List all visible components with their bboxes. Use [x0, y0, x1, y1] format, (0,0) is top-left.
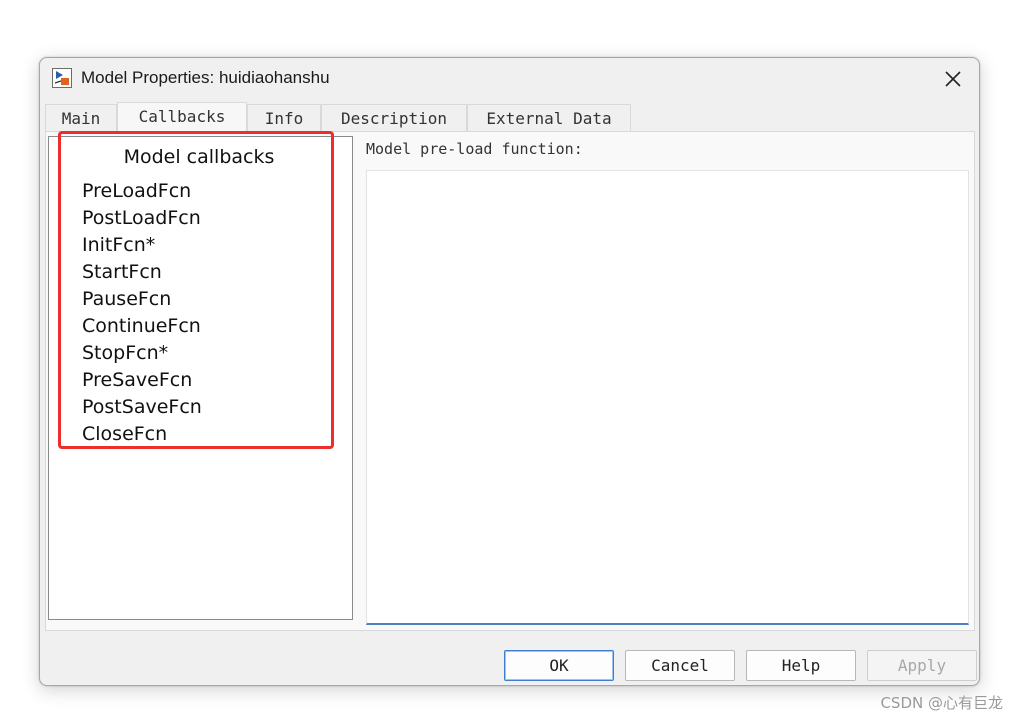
model-properties-dialog: Model Properties: huidiaohanshu Main Cal… — [39, 57, 980, 686]
callback-item-closefcn[interactable]: CloseFcn — [82, 421, 202, 448]
tab-strip: Main Callbacks Info Description External… — [45, 102, 975, 132]
callback-item-startfcn[interactable]: StartFcn — [82, 259, 202, 286]
cancel-button[interactable]: Cancel — [625, 650, 735, 681]
callback-list-panel: Model callbacks PreLoadFcn PostLoadFcn I… — [48, 131, 353, 620]
simulink-app-icon — [52, 68, 72, 88]
tab-description[interactable]: Description — [321, 104, 467, 132]
callback-list: PreLoadFcn PostLoadFcn InitFcn* StartFcn… — [82, 178, 202, 448]
tab-main[interactable]: Main — [45, 104, 117, 132]
watermark: CSDN @心有巨龙 — [880, 694, 1003, 712]
callback-item-postloadfcn[interactable]: PostLoadFcn — [82, 205, 202, 232]
tab-info[interactable]: Info — [247, 104, 321, 132]
callback-item-continuefcn[interactable]: ContinueFcn — [82, 313, 202, 340]
window-title: Model Properties: huidiaohanshu — [81, 68, 330, 87]
tab-callbacks[interactable]: Callbacks — [117, 102, 247, 132]
help-button[interactable]: Help — [746, 650, 856, 681]
close-button[interactable] — [941, 67, 965, 91]
tab-external-data[interactable]: External Data — [467, 104, 631, 132]
callback-item-pausefcn[interactable]: PauseFcn — [82, 286, 202, 313]
callback-item-stopfcn[interactable]: StopFcn* — [82, 340, 202, 367]
callback-item-initfcn[interactable]: InitFcn* — [82, 232, 202, 259]
function-editor[interactable] — [366, 170, 969, 625]
apply-button[interactable]: Apply — [867, 650, 977, 681]
callback-item-presavefcn[interactable]: PreSaveFcn — [82, 367, 202, 394]
callback-list-header: Model callbacks — [123, 146, 275, 168]
ok-button[interactable]: OK — [504, 650, 614, 681]
callback-item-postsavefcn[interactable]: PostSaveFcn — [82, 394, 202, 421]
function-editor-label: Model pre-load function: — [366, 140, 583, 158]
tab-content-callbacks: Model callbacks PreLoadFcn PostLoadFcn I… — [45, 131, 975, 631]
callback-item-preloadfcn[interactable]: PreLoadFcn — [82, 178, 202, 205]
title-bar: Model Properties: huidiaohanshu — [40, 58, 979, 100]
close-icon — [945, 71, 961, 87]
